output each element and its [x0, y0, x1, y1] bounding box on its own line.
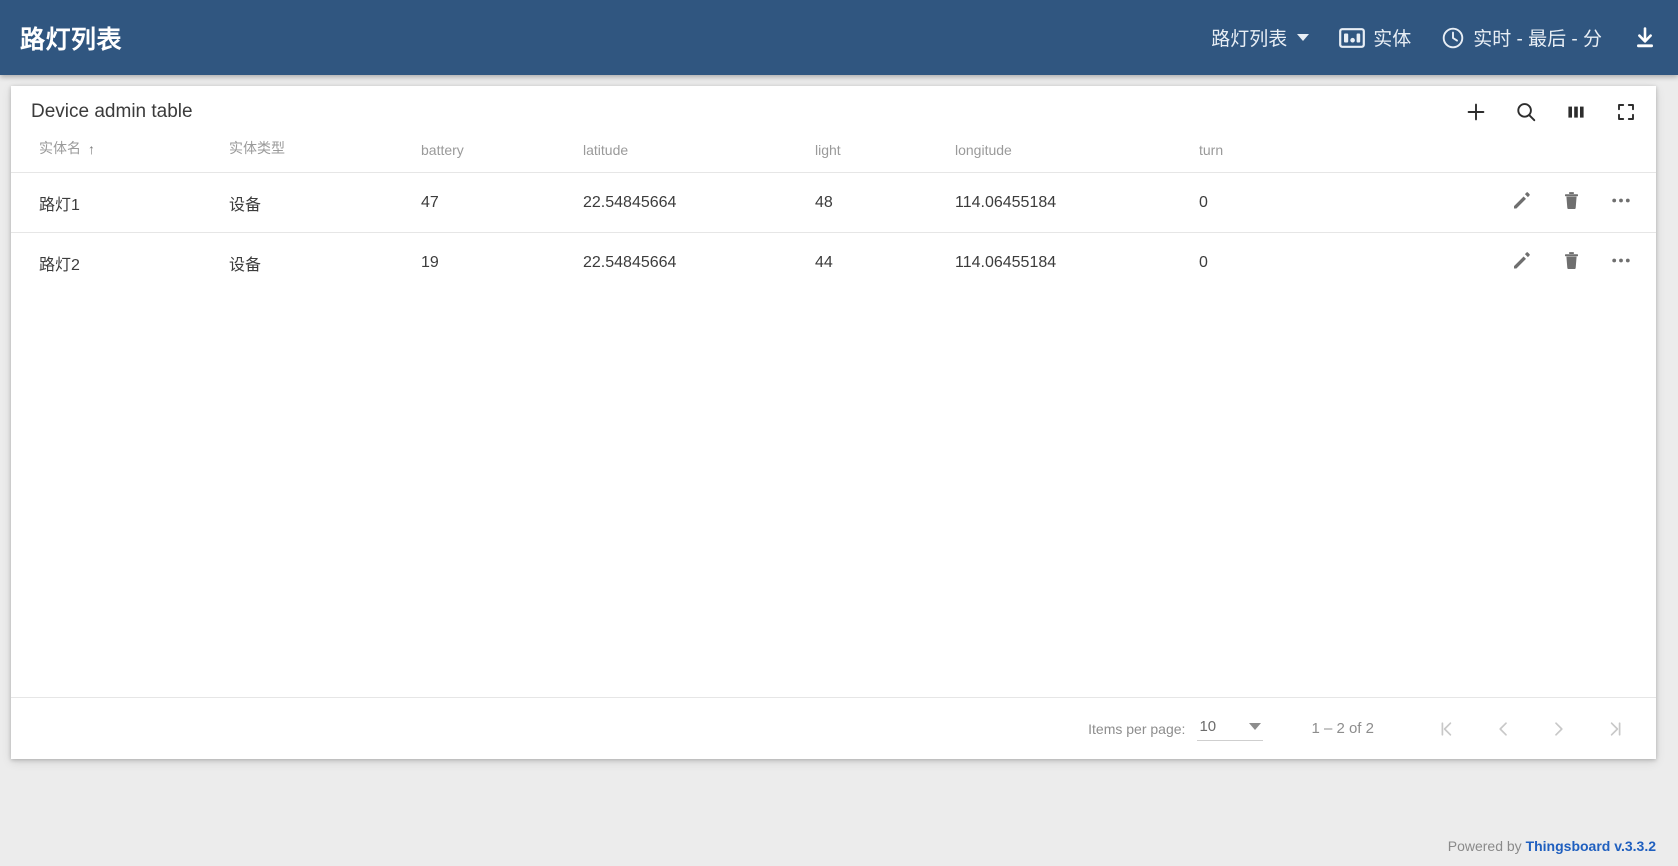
clock-icon: [1441, 26, 1465, 50]
more-actions-button[interactable]: [1610, 189, 1632, 211]
cell-type: 设备: [229, 172, 421, 233]
chevron-right-icon: [1555, 721, 1563, 736]
column-display-button[interactable]: [1564, 100, 1588, 124]
previous-page-button[interactable]: [1484, 710, 1522, 748]
column-header-light[interactable]: light: [815, 138, 955, 173]
chevron-left-icon: [1499, 721, 1507, 736]
first-page-icon: [1441, 721, 1452, 736]
dashboard-state-label: 路灯列表: [1211, 29, 1288, 50]
cell-latitude: 22.54845664: [583, 232, 815, 292]
cell-battery: 47: [421, 172, 583, 233]
edit-row-button[interactable]: [1510, 249, 1532, 271]
items-per-page-label: Items per page:: [1088, 720, 1186, 737]
page-range-label: 1 – 2 of 2: [1311, 720, 1374, 737]
entity-dashboard-icon: [1339, 27, 1366, 49]
entity-button-label: 实体: [1373, 29, 1412, 50]
items-per-page-select[interactable]: 10: [1197, 716, 1264, 741]
cell-battery: 19: [421, 232, 583, 292]
widget-header: Device admin table: [11, 86, 1656, 138]
last-page-icon: [1610, 721, 1621, 736]
table-paginator: Items per page: 10 1 – 2 of 2: [11, 697, 1656, 759]
dashboard-toolbar: 路灯列表 路灯列表 实体 实时 - 最后 - 分: [0, 0, 1678, 75]
dashboard-state-selector[interactable]: 路灯列表: [1209, 20, 1311, 55]
search-icon: [1517, 103, 1536, 122]
entity-alias-button[interactable]: 实体: [1337, 20, 1413, 55]
trash-icon: [1564, 251, 1578, 269]
column-header-battery[interactable]: battery: [421, 138, 583, 173]
export-dashboard-button[interactable]: [1630, 21, 1660, 55]
thingsboard-link[interactable]: Thingsboard v.3.3.2: [1526, 838, 1656, 854]
dashboard-title: 路灯列表: [20, 25, 123, 54]
cell-name: 路灯2: [11, 232, 229, 292]
toolbar-actions: 路灯列表 实体 实时 - 最后 - 分: [1209, 20, 1660, 55]
column-header-longitude[interactable]: longitude: [955, 138, 1199, 173]
chevron-down-icon: [1297, 34, 1310, 41]
column-header-type[interactable]: 实体类型: [229, 138, 421, 173]
table-scroll-area: 实体名 ↑ 实体类型 battery latitude light longitu…: [11, 138, 1656, 697]
fullscreen-icon: [1618, 104, 1634, 120]
cell-longitude: 114.06455184: [955, 232, 1199, 292]
column-header-latitude[interactable]: latitude: [583, 138, 815, 173]
timewindow-button[interactable]: 实时 - 最后 - 分: [1439, 20, 1604, 55]
trash-icon: [1564, 191, 1578, 209]
cell-type: 设备: [229, 232, 421, 292]
ellipsis-icon: [1612, 258, 1630, 263]
cell-turn: 0: [1199, 232, 1479, 292]
download-icon: [1632, 25, 1658, 51]
widget-toolbar: [1464, 100, 1638, 124]
cell-turn: 0: [1199, 172, 1479, 233]
cell-name: 路灯1: [11, 172, 229, 233]
cell-actions: [1479, 232, 1656, 292]
edit-row-button[interactable]: [1510, 189, 1532, 211]
cell-light: 44: [815, 232, 955, 292]
next-page-button[interactable]: [1540, 710, 1578, 748]
column-header-turn[interactable]: turn: [1199, 138, 1479, 173]
powered-by-footer: Powered by Thingsboard v.3.3.2: [1448, 838, 1656, 854]
fullscreen-button[interactable]: [1614, 100, 1638, 124]
timewindow-label: 实时 - 最后 - 分: [1473, 29, 1602, 50]
sort-ascending-icon: ↑: [88, 141, 95, 157]
pencil-icon: [1513, 252, 1530, 269]
column-header-actions: [1479, 138, 1656, 173]
first-page-button[interactable]: [1428, 710, 1466, 748]
add-entity-button[interactable]: [1464, 100, 1488, 124]
search-button[interactable]: [1514, 100, 1538, 124]
chevron-down-icon: [1249, 723, 1262, 730]
items-per-page-value: 10: [1199, 718, 1217, 735]
delete-row-button[interactable]: [1560, 189, 1582, 211]
pencil-icon: [1513, 192, 1530, 209]
more-actions-button[interactable]: [1610, 249, 1632, 271]
device-admin-table-widget: Device admin table 实体名 ↑ 实体类型 battery la…: [11, 86, 1656, 759]
widget-title: Device admin table: [31, 101, 193, 122]
powered-by-text: Powered by: [1447, 838, 1526, 854]
ellipsis-icon: [1612, 198, 1630, 203]
column-header-name[interactable]: 实体名 ↑: [11, 138, 229, 173]
cell-actions: [1479, 172, 1656, 233]
columns-icon: [1568, 106, 1584, 118]
cell-longitude: 114.06455184: [955, 172, 1199, 233]
delete-row-button[interactable]: [1560, 249, 1582, 271]
entities-table: 实体名 ↑ 实体类型 battery latitude light longitu…: [11, 138, 1656, 292]
table-row[interactable]: 路灯1 设备 47 22.54845664 48 114.06455184 0: [11, 172, 1656, 233]
table-row[interactable]: 路灯2 设备 19 22.54845664 44 114.06455184 0: [11, 232, 1656, 292]
table-header-row: 实体名 ↑ 实体类型 battery latitude light longitu…: [11, 138, 1656, 173]
cell-light: 48: [815, 172, 955, 233]
pagination-nav: [1428, 710, 1634, 748]
last-page-button[interactable]: [1596, 710, 1634, 748]
table-body: 路灯1 设备 47 22.54845664 48 114.06455184 0: [11, 172, 1656, 292]
plus-icon: [1467, 103, 1485, 121]
column-header-name-label: 实体名: [39, 140, 81, 156]
table-header: 实体名 ↑ 实体类型 battery latitude light longitu…: [11, 138, 1656, 173]
cell-latitude: 22.54845664: [583, 172, 815, 233]
